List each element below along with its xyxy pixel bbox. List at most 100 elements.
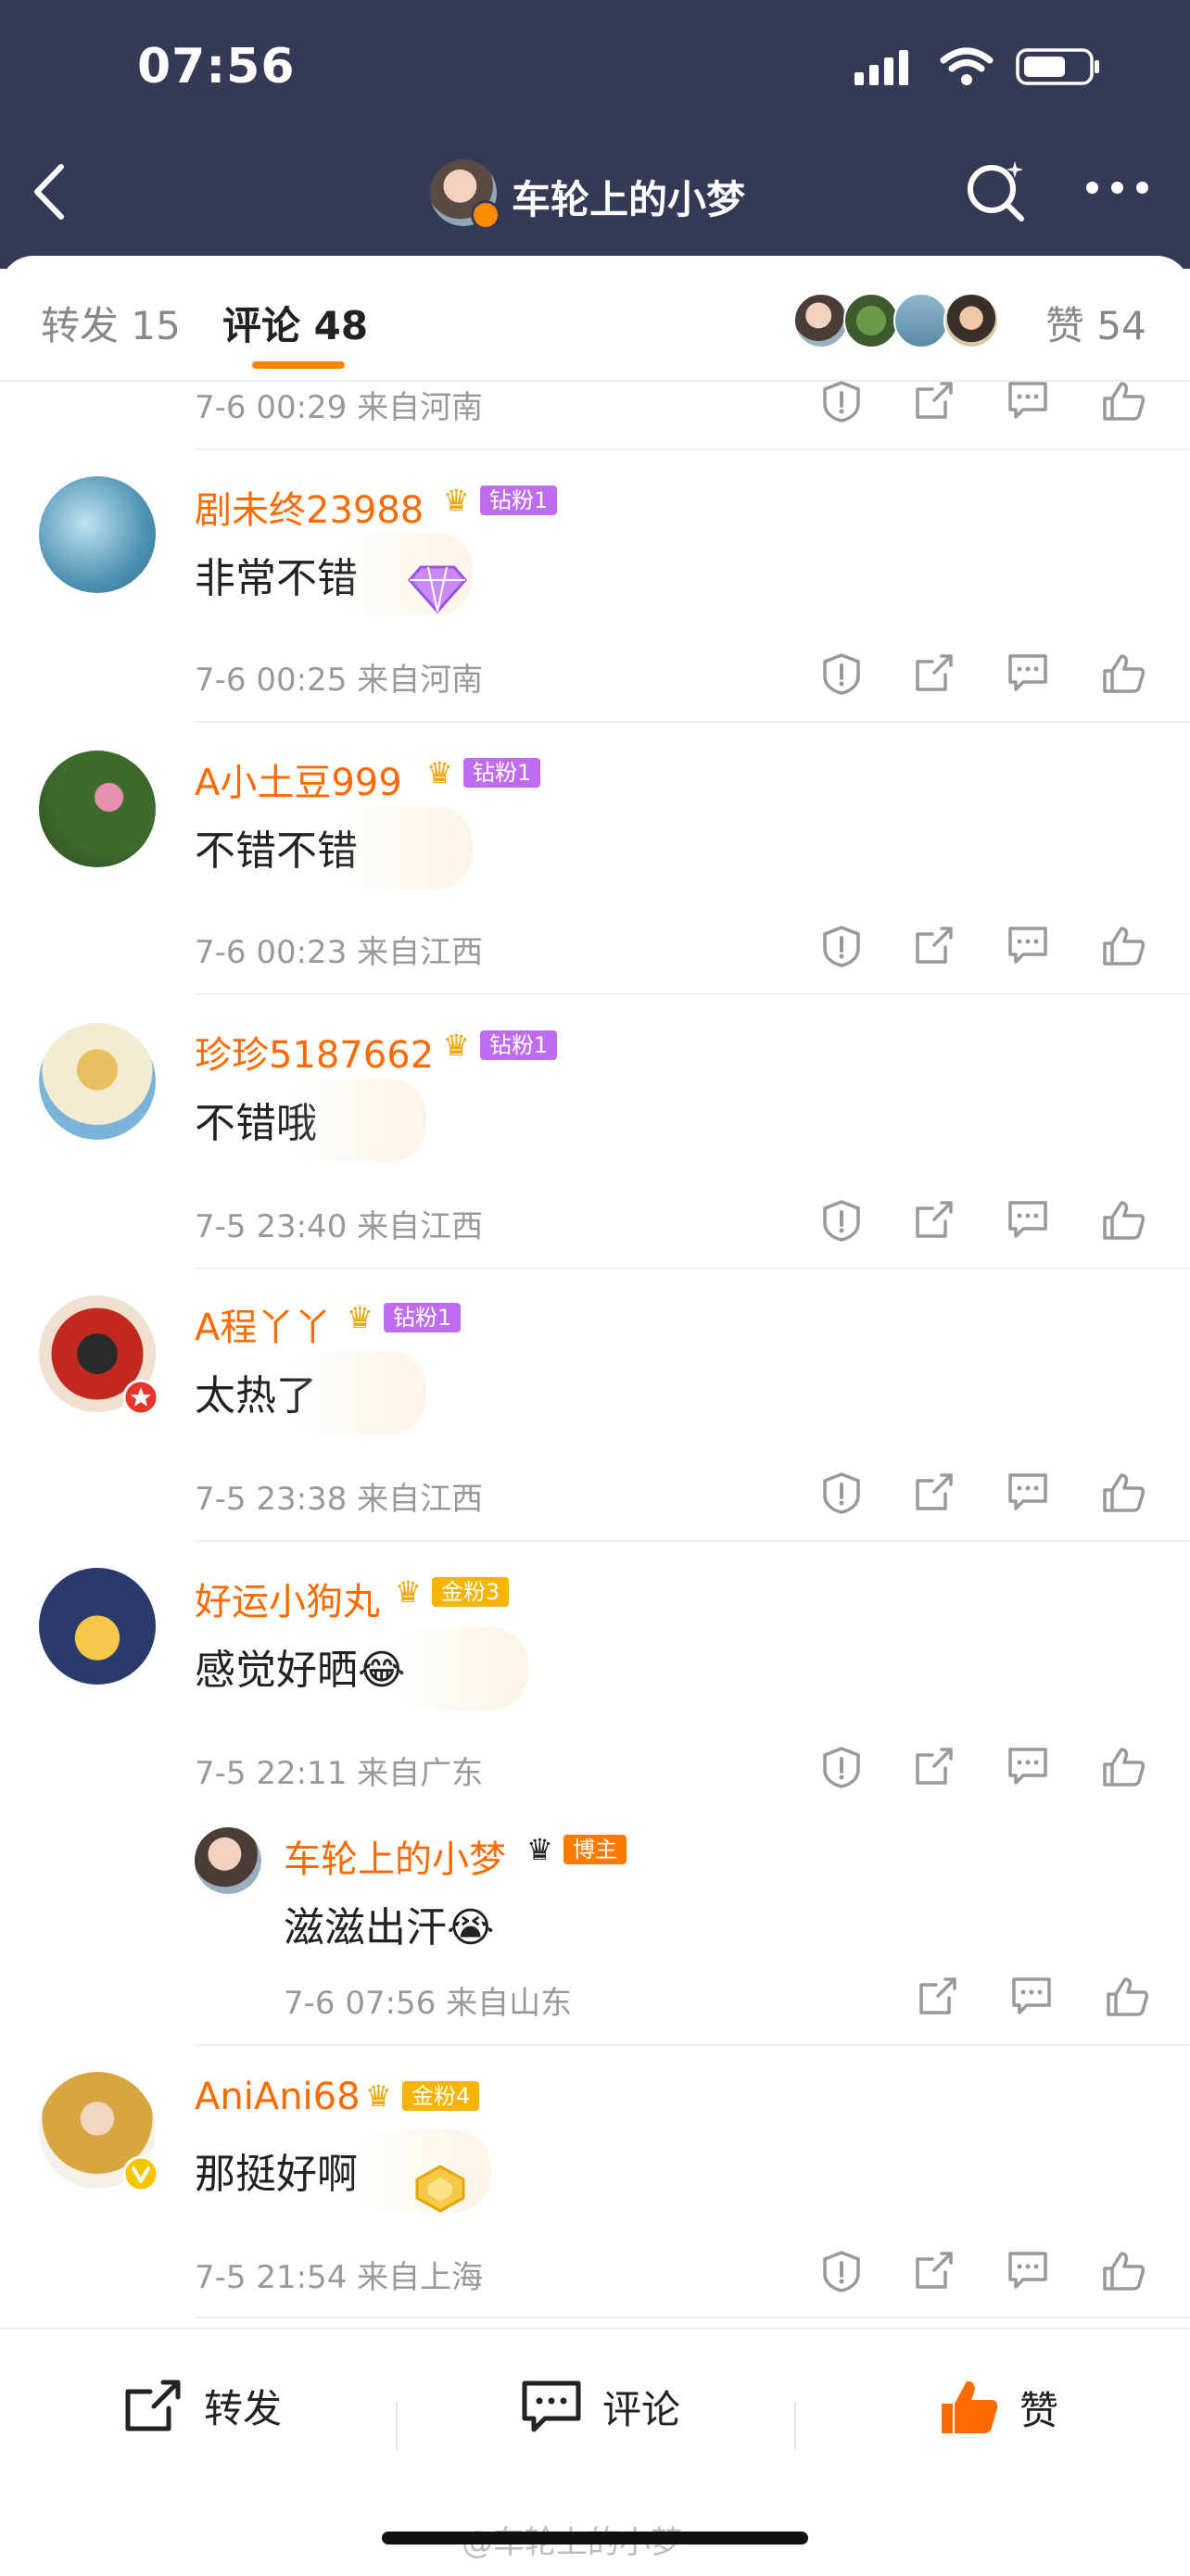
comment-actions <box>821 925 1146 967</box>
share-icon[interactable] <box>914 925 955 966</box>
more-icon[interactable] <box>1086 182 1148 194</box>
tab-forward[interactable]: 转发 15 <box>41 295 181 351</box>
tab-comments[interactable]: 评论 48 <box>222 295 368 351</box>
liker-avatars[interactable] <box>793 293 999 348</box>
commenter-name[interactable]: AniAni68 <box>195 2076 361 2118</box>
fan-badge[interactable]: ♛ 钻粉1 <box>443 1029 558 1062</box>
share-icon[interactable] <box>914 2250 955 2291</box>
verified-badge-icon <box>122 2155 159 2192</box>
gold-gem-sticker-icon <box>415 2165 465 2213</box>
footer-separator <box>396 2402 398 2450</box>
commenter-name[interactable]: A小土豆999 <box>195 752 402 806</box>
avatar[interactable] <box>39 751 156 867</box>
share-icon[interactable] <box>914 652 955 693</box>
comment-icon[interactable] <box>1006 925 1049 966</box>
footer-separator <box>794 2402 796 2450</box>
commenter-name[interactable]: A程丫丫 <box>195 1297 331 1351</box>
like-icon[interactable] <box>1101 380 1146 423</box>
report-icon[interactable] <box>821 652 862 695</box>
comment-icon[interactable] <box>1006 652 1049 693</box>
report-icon[interactable] <box>821 1199 862 1242</box>
comment-icon <box>522 2380 581 2432</box>
share-icon[interactable] <box>914 380 955 421</box>
fan-badge-label: 钻粉1 <box>480 486 558 515</box>
comment-actions <box>821 2250 1146 2292</box>
reply-name[interactable]: 车轮上的小梦 <box>284 1829 506 1883</box>
row-divider <box>195 721 1190 723</box>
comment-sticker <box>389 1627 528 1711</box>
comment-sticker <box>334 806 473 890</box>
like-button[interactable]: 赞 <box>936 2378 1058 2437</box>
avatar[interactable] <box>39 476 156 593</box>
fan-badge[interactable]: ♛ 金粉4 <box>365 2079 480 2113</box>
comment-icon[interactable] <box>1006 2250 1049 2291</box>
report-icon[interactable] <box>821 925 862 967</box>
like-icon[interactable] <box>1101 1471 1146 1514</box>
blogger-badge[interactable]: ♛ 博主 <box>526 1833 627 1866</box>
share-icon[interactable] <box>918 1976 958 2016</box>
like-icon[interactable] <box>1105 1976 1149 2018</box>
commenter-name[interactable]: 剧未终23988 <box>195 480 424 534</box>
fan-badge[interactable]: ♛ 钻粉1 <box>426 756 541 789</box>
comment-icon[interactable] <box>1006 380 1049 421</box>
comment-actions <box>821 1471 1146 1514</box>
author-avatar[interactable] <box>430 159 500 230</box>
comment-button[interactable]: 评论 <box>519 2378 680 2435</box>
row-divider <box>195 993 1190 995</box>
share-icon[interactable] <box>914 1471 955 1512</box>
nav-title[interactable]: 车轮上的小梦 <box>512 169 745 225</box>
comment-meta: 7-5 21:54 来自上海 <box>195 2259 484 2296</box>
home-indicator[interactable] <box>382 2532 808 2544</box>
forward-button[interactable]: 转发 <box>120 2378 282 2434</box>
comment-icon[interactable] <box>1010 1976 1053 2016</box>
reply-avatar[interactable] <box>195 1827 261 1894</box>
comment-icon[interactable] <box>1006 1746 1049 1787</box>
comment-meta: 7-6 00:23 来自江西 <box>195 934 484 971</box>
fan-badge-label: 钻粉1 <box>384 1303 462 1332</box>
share-icon[interactable] <box>914 1746 955 1787</box>
like-icon[interactable] <box>1101 1746 1146 1788</box>
reply-actions <box>918 1976 1149 2018</box>
blogger-badge-label: 博主 <box>563 1835 627 1864</box>
tab-active-indicator <box>252 361 345 369</box>
fan-badge[interactable]: ♛ 钻粉1 <box>443 483 558 518</box>
row-divider <box>195 448 1190 450</box>
row-divider <box>195 2044 1190 2046</box>
search-icon[interactable] <box>964 159 1029 224</box>
liker-avatar <box>793 293 849 348</box>
report-icon[interactable] <box>821 2250 862 2292</box>
fan-badge[interactable]: ♛ 钻粉1 <box>347 1301 462 1334</box>
avatar[interactable] <box>39 1568 156 1685</box>
tab-bar: 转发 15 评论 48 赞 54 <box>0 256 1190 382</box>
forward-icon <box>125 2380 181 2431</box>
like-icon[interactable] <box>1101 2250 1146 2292</box>
report-icon[interactable] <box>821 1471 862 1514</box>
like-icon[interactable] <box>1101 1199 1146 1242</box>
reply-text: 滋滋出汗😭 <box>284 1904 495 1951</box>
reply-meta: 7-6 07:56 来自山东 <box>284 1985 573 2022</box>
crown-icon: ♛ <box>395 1574 422 1610</box>
back-arrow-icon[interactable] <box>32 163 69 221</box>
share-icon[interactable] <box>914 1199 955 1240</box>
row-divider <box>195 2317 1190 2318</box>
like-icon[interactable] <box>1101 652 1146 695</box>
report-icon[interactable] <box>821 380 862 423</box>
like-icon[interactable] <box>1101 925 1146 967</box>
fan-badge[interactable]: ♛ 金粉3 <box>395 1574 510 1610</box>
status-icons <box>855 46 1101 87</box>
tab-likes[interactable]: 赞 54 <box>1045 295 1146 351</box>
commenter-name[interactable]: 珍珍5187662 <box>195 1025 434 1079</box>
report-icon[interactable] <box>821 1746 862 1788</box>
like-label: 赞 <box>1019 2387 1059 2433</box>
commenter-name[interactable]: 好运小狗丸 <box>195 1572 380 1625</box>
crown-icon: ♛ <box>443 483 470 518</box>
diamond-sticker-icon <box>408 565 467 614</box>
crown-icon: ♛ <box>526 1832 553 1867</box>
red-star-badge-icon <box>122 1379 159 1416</box>
comment-icon[interactable] <box>1006 1199 1049 1240</box>
avatar[interactable] <box>39 1023 156 1140</box>
comment-actions <box>821 652 1146 695</box>
comment-actions <box>821 1746 1146 1788</box>
comment-actions <box>821 1199 1146 1242</box>
comment-icon[interactable] <box>1006 1471 1049 1512</box>
